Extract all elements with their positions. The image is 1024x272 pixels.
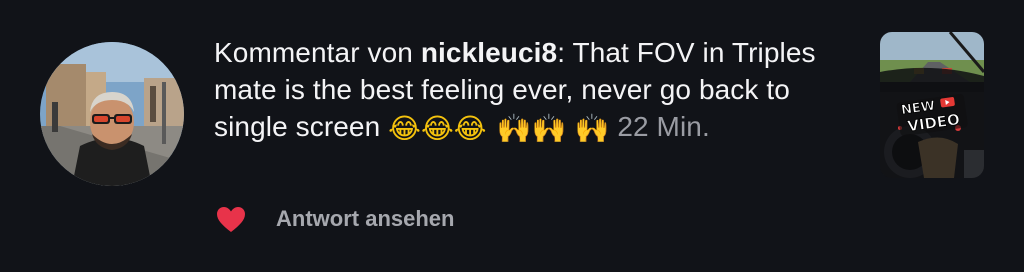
comment-text[interactable]: Kommentar von nickleuci8: That FOV in Tr… [214, 34, 854, 145]
heart-icon [217, 206, 245, 232]
comment-notification[interactable]: Kommentar von nickleuci8: That FOV in Tr… [0, 0, 1024, 272]
post-thumbnail[interactable]: NEW VIDEO [880, 32, 984, 178]
view-reply-link[interactable]: Antwort ansehen [276, 206, 454, 232]
comment-timestamp: 22 Min. [617, 111, 710, 142]
comment-actions: Antwort ansehen [214, 202, 454, 236]
avatar-photo [40, 42, 184, 186]
raised-hands-emoji-icon-2: 🙌 [574, 112, 610, 145]
video-thumbnail-image: NEW VIDEO [880, 32, 984, 178]
joy-emoji-icon: 😂😂😂 [388, 112, 487, 145]
avatar[interactable] [40, 42, 184, 186]
comment-username[interactable]: nickleuci8 [421, 37, 557, 68]
like-button[interactable] [214, 202, 248, 236]
comment-prefix: Kommentar von [214, 37, 421, 68]
raised-hands-emoji-icon: 🙌🙌 [496, 112, 567, 145]
comment-separator: : [557, 37, 573, 68]
